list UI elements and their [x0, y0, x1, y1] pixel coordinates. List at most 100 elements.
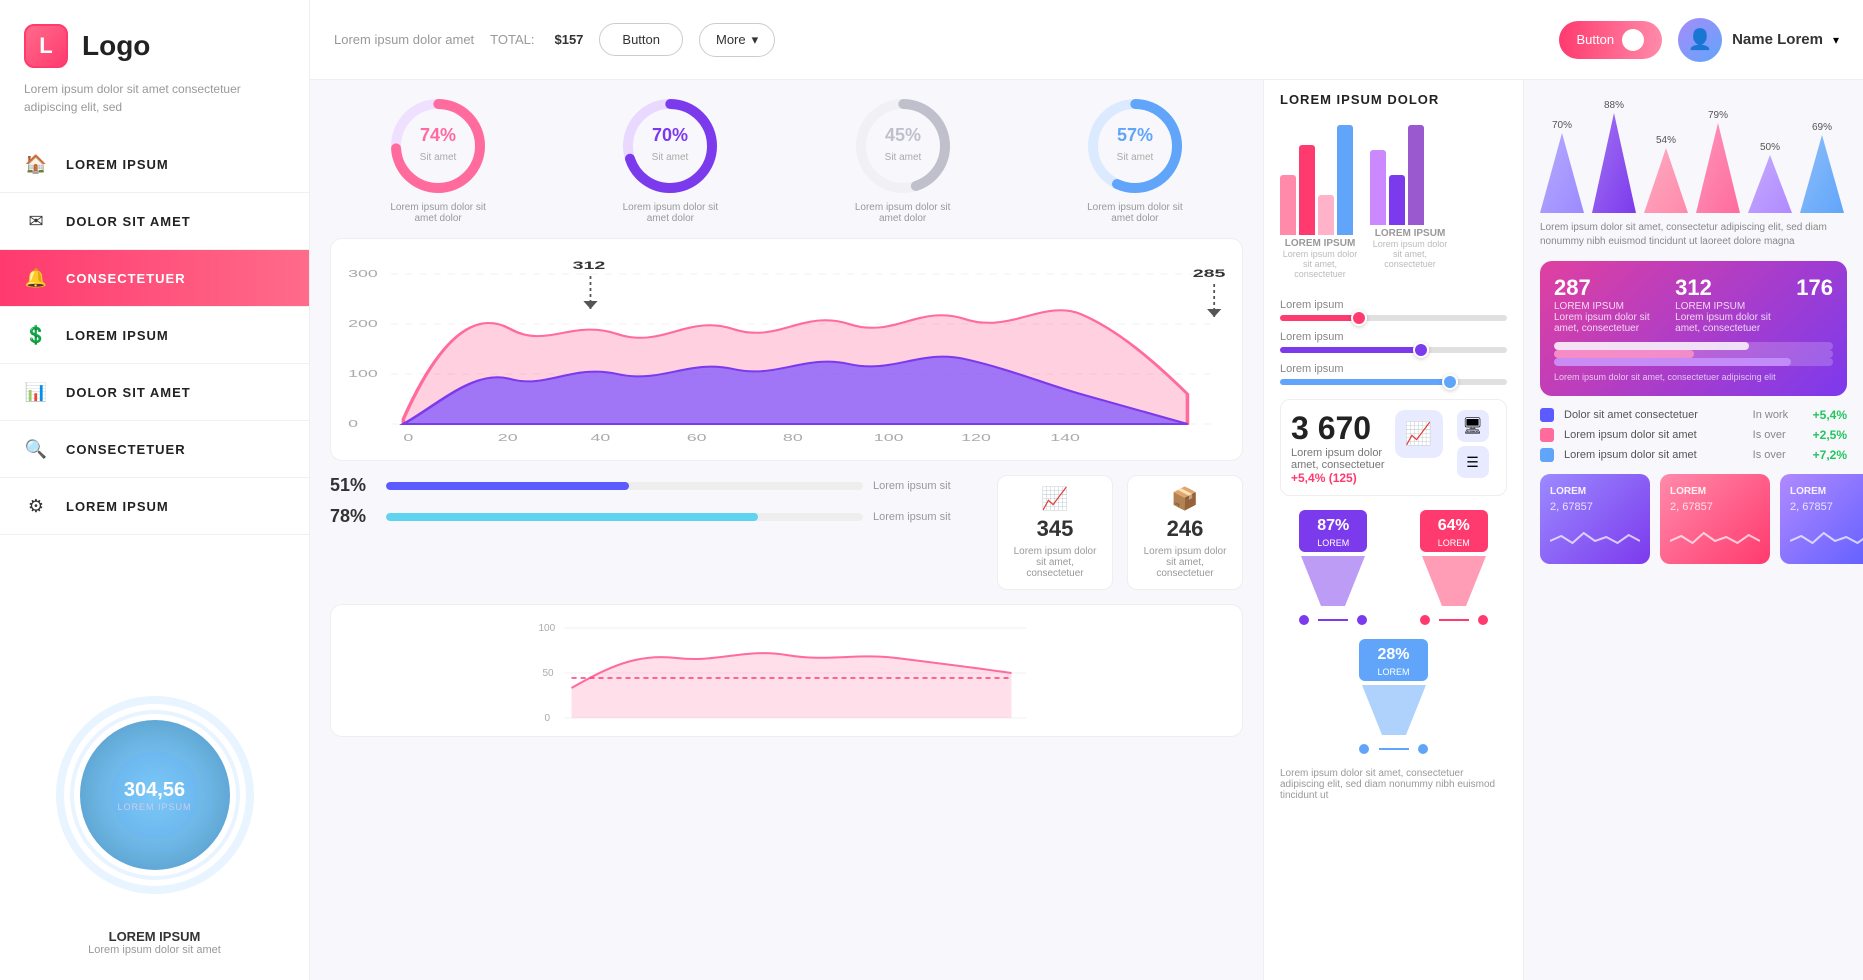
- sidebar-item-chart[interactable]: 📊 DOLOR SIT AMET: [0, 364, 309, 421]
- monitor-icon: 🖥: [1457, 410, 1489, 442]
- bar-group-1: LOREM IPSUMLorem ipsum dolor sit amet, c…: [1370, 125, 1450, 279]
- bars-1: [1370, 125, 1450, 225]
- legend-tag-1: Is over: [1753, 429, 1803, 441]
- progress-bar-wrap-1: [386, 513, 863, 521]
- funnel-dot-2-0: [1359, 744, 1369, 754]
- topbar-more-button[interactable]: More ▾: [699, 23, 775, 57]
- bar-group-0: LOREM IPSUMLorem ipsum dolor sit amet, c…: [1280, 125, 1360, 279]
- svg-text:80: 80: [783, 433, 803, 444]
- funnel-line-1: [1439, 619, 1469, 621]
- home-icon: 🏠: [24, 152, 48, 176]
- area-chart: 300 200 100 0 312: [330, 238, 1243, 461]
- bar-1-1: [1389, 175, 1405, 225]
- progress-bars: 51% Lorem ipsum sit 78% Lorem ipsum sit: [330, 475, 983, 527]
- progress-row-0: 51% Lorem ipsum sit: [330, 475, 983, 496]
- topbar-total-value: $157: [554, 32, 583, 47]
- svg-text:Sit amet: Sit amet: [652, 152, 689, 163]
- sidebar-item-home[interactable]: 🏠 LOREM IPSUM: [0, 136, 309, 193]
- slider-thumb-1[interactable]: [1413, 342, 1429, 358]
- legend-val-1: +2,5%: [1813, 428, 1847, 442]
- slider-thumb-0[interactable]: [1351, 310, 1367, 326]
- legend-color-1: [1540, 428, 1554, 442]
- sidebar-item-mail[interactable]: ✉ DOLOR SIT AMET: [0, 193, 309, 250]
- right-panel: LOREM IPSUM DOLOR LOREM IPSUMLorem ipsum…: [1263, 80, 1523, 980]
- mini-stat-card-2: LOREM 2, 67857: [1780, 474, 1863, 564]
- triangle-section: 70% 88% 54%: [1540, 92, 1847, 249]
- donut-row: 74% Sit amet Lorem ipsum dolor sit amet …: [330, 96, 1243, 224]
- mini-stat-label-2: LOREM: [1790, 486, 1863, 497]
- svg-text:100: 100: [874, 433, 904, 444]
- main-content: Lorem ipsum dolor amet TOTAL: $157 Butto…: [310, 0, 1863, 980]
- donut-card-3: 57% Sit amet Lorem ipsum dolor sit amet …: [1085, 96, 1185, 224]
- sidebar-chart-inner: 304,56 LOREM IPSUM: [117, 779, 191, 812]
- stat-cards: 📈 345 Lorem ipsum dolor sit amet, consec…: [997, 475, 1243, 590]
- donut-card-1: 70% Sit amet Lorem ipsum dolor sit amet …: [620, 96, 720, 224]
- triangle-row: 70% 88% 54%: [1540, 100, 1847, 213]
- legend-row-1: Lorem ipsum dolor sit amet Is over +2,5%: [1540, 428, 1847, 442]
- mini-stat-card-0: LOREM 2, 67857: [1540, 474, 1650, 564]
- legend-tag-2: Is over: [1753, 449, 1803, 461]
- svg-text:300: 300: [348, 269, 378, 280]
- purple-stat-row: 287 LOREM IPSUM Lorem ipsum dolor sit am…: [1554, 275, 1833, 334]
- big-stat-desc2: amet, consectetuer: [1291, 459, 1385, 471]
- slider-label-1: Lorem ipsum: [1280, 331, 1507, 343]
- sidebar-item-label-home: LOREM IPSUM: [66, 157, 169, 172]
- dollar-icon: 💲: [24, 323, 48, 347]
- progress-section: 51% Lorem ipsum sit 78% Lorem ipsum sit …: [330, 475, 1243, 590]
- sidebar-item-label-dollar: LOREM IPSUM: [66, 328, 169, 343]
- slider-track-0[interactable]: [1280, 315, 1507, 321]
- funnel-label-1: LOREM: [1438, 538, 1470, 548]
- slider-label-0: Lorem ipsum: [1280, 299, 1507, 311]
- bar-1-2: [1408, 125, 1424, 225]
- slider-fill-2: [1280, 379, 1450, 385]
- sidebar-logo: L Logo: [0, 24, 309, 80]
- svg-text:100: 100: [539, 623, 556, 634]
- triangle-pct-5: 69%: [1812, 122, 1832, 133]
- triangle-pct-2: 54%: [1656, 135, 1676, 146]
- topbar-desc: Lorem ipsum dolor amet: [334, 32, 474, 47]
- mini-wave-1: [1670, 521, 1760, 556]
- funnel-dot-1-0: [1420, 615, 1430, 625]
- sidebar-item-gear[interactable]: ⚙ LOREM IPSUM: [0, 478, 309, 535]
- svg-text:0: 0: [545, 713, 551, 723]
- slider-thumb-2[interactable]: [1442, 374, 1458, 390]
- legend-color-0: [1540, 408, 1554, 422]
- big-stat: 3 670 Lorem ipsum dolor amet, consectetu…: [1280, 399, 1507, 496]
- purple-bar-track-1: [1554, 350, 1833, 358]
- funnel-line-2: [1379, 748, 1409, 750]
- topbar-button[interactable]: Button: [599, 23, 683, 56]
- chart-icon: 📈: [1395, 410, 1443, 458]
- slider-track-2[interactable]: [1280, 379, 1507, 385]
- bar-group-label-1: LOREM IPSUM: [1370, 228, 1450, 239]
- big-stat-desc1: Lorem ipsum dolor: [1291, 447, 1385, 459]
- triangle-item-4: 50%: [1748, 142, 1792, 213]
- donut-card-2: 45% Sit amet Lorem ipsum dolor sit amet …: [853, 96, 953, 224]
- stat-icon-0: 📈: [1041, 486, 1068, 512]
- sidebar-item-dollar[interactable]: 💲 LOREM IPSUM: [0, 307, 309, 364]
- sidebar-item-bell[interactable]: 🔔 CONSECTETUER: [0, 250, 309, 307]
- funnel-card-1: 64% LOREM: [1420, 510, 1488, 625]
- list-icon: ☰: [1457, 446, 1489, 478]
- svg-text:100: 100: [348, 369, 378, 380]
- slider-fill-0: [1280, 315, 1359, 321]
- funnel-dots-0: [1299, 615, 1367, 625]
- header-toggle-button[interactable]: Button: [1559, 21, 1663, 59]
- slider-row-2: Lorem ipsum: [1280, 363, 1507, 385]
- donut-label-3: Lorem ipsum dolor sit amet dolor: [1085, 202, 1185, 224]
- mini-stat-label-0: LOREM: [1550, 486, 1640, 497]
- slider-fill-1: [1280, 347, 1421, 353]
- slider-track-1[interactable]: [1280, 347, 1507, 353]
- svg-text:0: 0: [348, 419, 358, 430]
- purple-bar-fill-0: [1554, 342, 1749, 350]
- purple-stat-1: 312 LOREM IPSUM Lorem ipsum dolor sit am…: [1675, 275, 1780, 334]
- topbar-total-label: TOTAL:: [490, 32, 534, 47]
- sidebar-chart-title: LOREM IPSUM: [109, 929, 201, 944]
- legend-text-2: Lorem ipsum dolor sit amet: [1564, 449, 1743, 461]
- content-area: 74% Sit amet Lorem ipsum dolor sit amet …: [310, 80, 1863, 980]
- logo-icon: L: [24, 24, 68, 68]
- sidebar-item-search[interactable]: 🔍 CONSECTETUER: [0, 421, 309, 478]
- svg-text:40: 40: [590, 433, 610, 444]
- stat-number-1: 246: [1167, 516, 1204, 542]
- sidebar-chart: 304,56 LOREM IPSUM: [45, 685, 265, 905]
- triangle-pct-0: 70%: [1552, 120, 1572, 131]
